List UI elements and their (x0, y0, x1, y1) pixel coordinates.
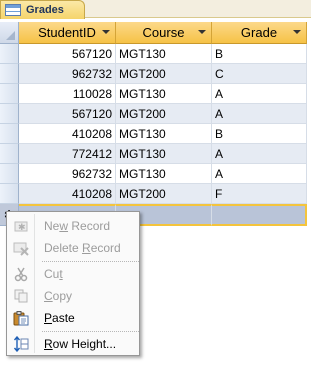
header-row: StudentID Course Grade (19, 22, 307, 44)
column-header-label: Grade (240, 25, 278, 40)
column-header-course[interactable]: Course (116, 22, 212, 44)
menu-separator (42, 331, 139, 332)
cell-course[interactable]: MGT130 (116, 84, 212, 104)
record-selector[interactable] (0, 124, 19, 144)
menu-separator (42, 261, 139, 262)
svg-text:✱: ✱ (18, 223, 26, 233)
cell-course[interactable]: MGT200 (116, 64, 212, 84)
tab-label: Grades (26, 4, 64, 16)
menu-item-paste[interactable]: Paste (9, 307, 137, 329)
table-icon (5, 4, 21, 16)
menu-item-label: Paste (44, 311, 75, 325)
table-row: 962732 MGT200 C (19, 64, 307, 84)
datasheet-grid: StudentID Course Grade 567120 MGT130 B 9… (19, 22, 307, 226)
select-all-corner[interactable] (0, 22, 19, 44)
cell-studentid[interactable]: 567120 (19, 44, 116, 64)
dropdown-arrow-icon[interactable] (102, 30, 110, 34)
cell-course[interactable]: MGT130 (116, 44, 212, 64)
cell-studentid[interactable]: 962732 (19, 64, 116, 84)
cell-course[interactable]: MGT130 (116, 164, 212, 184)
tab-grades[interactable]: Grades (0, 0, 85, 19)
menu-item-copy[interactable]: Copy (9, 285, 137, 307)
cell-studentid[interactable]: 410208 (19, 124, 116, 144)
cell-course[interactable]: MGT130 (116, 124, 212, 144)
new-cell-grade[interactable] (212, 204, 307, 226)
row-height-icon (9, 333, 33, 355)
table-row: 962732 MGT130 A (19, 164, 307, 184)
record-selector-column: ✱ (0, 22, 19, 226)
menu-item-new-record[interactable]: ✱ New Record (9, 215, 137, 237)
table-row: 567120 MGT200 A (19, 104, 307, 124)
cell-studentid[interactable]: 567120 (19, 104, 116, 124)
delete-record-icon (9, 237, 33, 259)
cell-course[interactable]: MGT200 (116, 104, 212, 124)
table-row: 410208 MGT200 F (19, 184, 307, 204)
dropdown-arrow-icon[interactable] (198, 30, 206, 34)
record-selector[interactable] (0, 64, 19, 84)
cell-grade[interactable]: C (212, 64, 307, 84)
cell-grade[interactable]: A (212, 84, 307, 104)
clipboard-paste-icon (9, 307, 33, 329)
cell-grade[interactable]: A (212, 104, 307, 124)
new-record-icon: ✱ (9, 215, 33, 237)
record-selector[interactable] (0, 84, 19, 104)
scissors-icon (9, 263, 33, 285)
table-row: 110028 MGT130 A (19, 84, 307, 104)
column-header-label: Course (142, 25, 185, 40)
cell-studentid[interactable]: 772412 (19, 144, 116, 164)
menu-item-delete-record[interactable]: Delete Record (9, 237, 137, 259)
record-selector[interactable] (0, 164, 19, 184)
cell-studentid[interactable]: 962732 (19, 164, 116, 184)
dropdown-arrow-icon[interactable] (293, 30, 301, 34)
table-row: 772412 MGT130 A (19, 144, 307, 164)
menu-item-row-height[interactable]: Row Height... (9, 333, 137, 355)
cell-grade[interactable]: A (212, 144, 307, 164)
cell-course[interactable]: MGT130 (116, 144, 212, 164)
cell-studentid[interactable]: 410208 (19, 184, 116, 204)
menu-item-label: Row Height... (44, 337, 117, 351)
column-header-label: StudentID (38, 25, 96, 40)
cell-grade[interactable]: F (212, 184, 307, 204)
cell-grade[interactable]: B (212, 124, 307, 144)
record-selector[interactable] (0, 104, 19, 124)
menu-item-label: Copy (44, 289, 73, 303)
menu-item-label: Delete Record (44, 241, 121, 255)
record-selector[interactable] (0, 184, 19, 204)
table-row: 410208 MGT130 B (19, 124, 307, 144)
table-row: 567120 MGT130 B (19, 44, 307, 64)
cell-course[interactable]: MGT200 (116, 184, 212, 204)
cell-grade[interactable]: A (212, 164, 307, 184)
menu-item-cut[interactable]: Cut (9, 263, 137, 285)
copy-icon (9, 285, 33, 307)
cell-grade[interactable]: B (212, 44, 307, 64)
menu-item-label: Cut (44, 267, 63, 281)
record-selector[interactable] (0, 44, 19, 64)
menu-item-label: New Record (44, 219, 111, 233)
column-header-grade[interactable]: Grade (212, 22, 307, 44)
context-menu: ✱ New Record Delete Record Cut Copy Past… (6, 211, 140, 356)
column-header-studentid[interactable]: StudentID (19, 22, 116, 44)
document-tab-strip: Grades (0, 0, 311, 19)
cell-studentid[interactable]: 110028 (19, 84, 116, 104)
record-selector[interactable] (0, 144, 19, 164)
